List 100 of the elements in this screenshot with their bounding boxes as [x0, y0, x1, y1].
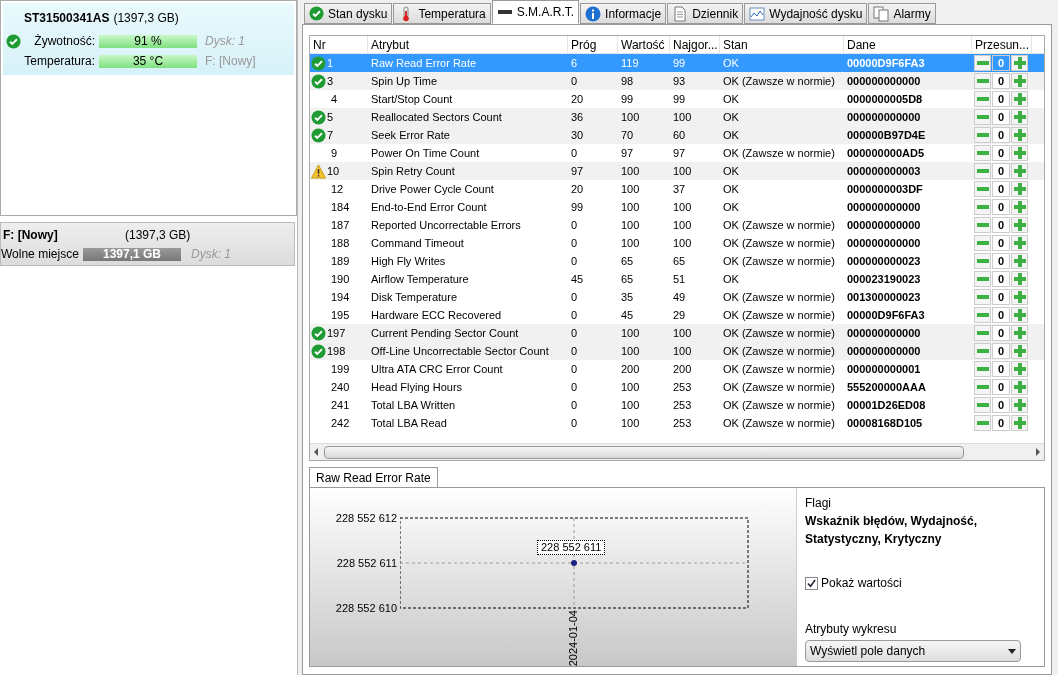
- increase-button[interactable]: [1011, 181, 1028, 197]
- column-header[interactable]: Najgor...: [670, 35, 720, 54]
- table-row[interactable]: 5 Reallocated Sectors Count 36 100 100 OK 000000000000 0: [310, 108, 1044, 126]
- increase-button[interactable]: [1011, 307, 1028, 323]
- offset-value[interactable]: 0: [992, 73, 1010, 89]
- offset-value[interactable]: 0: [992, 109, 1010, 125]
- decrease-button[interactable]: [974, 55, 991, 71]
- table-cell-text: 100: [620, 181, 641, 197]
- offset-value[interactable]: 0: [992, 91, 1010, 107]
- increase-button[interactable]: [1011, 217, 1028, 233]
- decrease-button[interactable]: [974, 253, 991, 269]
- decrease-button[interactable]: [974, 325, 991, 341]
- column-header[interactable]: Stan: [720, 35, 844, 54]
- decrease-button[interactable]: [974, 289, 991, 305]
- decrease-button[interactable]: [974, 91, 991, 107]
- offset-value[interactable]: 0: [992, 397, 1010, 413]
- tab[interactable]: S.M.A.R.T.: [491, 0, 580, 24]
- decrease-button[interactable]: [974, 199, 991, 215]
- table-row[interactable]: 7 Seek Error Rate 30 70 60 OK 000000B97D4E 0: [310, 126, 1044, 144]
- offset-value[interactable]: 0: [992, 271, 1010, 287]
- tab[interactable]: Stan dysku: [304, 3, 393, 24]
- flags-text: Wskaźnik błędów, Wydajność, Statystyczny, Krytyczny: [805, 513, 979, 548]
- increase-button[interactable]: [1011, 379, 1028, 395]
- increase-button[interactable]: [1011, 361, 1028, 377]
- chart-attributes-dropdown[interactable]: Wyświetl pole danych: [805, 640, 1021, 662]
- offset-value[interactable]: 0: [992, 325, 1010, 341]
- column-header[interactable]: Próg: [568, 35, 618, 54]
- increase-button[interactable]: [1011, 127, 1028, 143]
- offset-value[interactable]: 0: [992, 289, 1010, 305]
- disk-card[interactable]: ST31500341AS (1397,3 GB) Żywotność: 91 % Dysk: 1 Temperatura: 35 °C F: [Nowy]: [3, 3, 294, 75]
- increase-button[interactable]: [1011, 109, 1028, 125]
- show-values-checkbox[interactable]: [805, 576, 818, 590]
- metric-side-text: Dysk: 1: [205, 33, 245, 50]
- column-header[interactable]: Przesun...: [972, 35, 1032, 54]
- increase-button[interactable]: [1011, 55, 1028, 71]
- increase-button[interactable]: [1011, 253, 1028, 269]
- decrease-button[interactable]: [974, 73, 991, 89]
- offset-value[interactable]: 0: [992, 343, 1010, 359]
- tab[interactable]: Informacje: [580, 3, 667, 24]
- increase-button[interactable]: [1011, 145, 1028, 161]
- increase-button[interactable]: [1011, 199, 1028, 215]
- decrease-button[interactable]: [974, 397, 991, 413]
- table-cell-text: 000000000000: [846, 73, 922, 89]
- increase-button[interactable]: [1011, 397, 1028, 413]
- column-header[interactable]: Wartość: [618, 35, 670, 54]
- table-cell-text: High Fly Writes: [370, 253, 447, 269]
- column-header[interactable]: Atrybut: [368, 35, 568, 54]
- decrease-button[interactable]: [974, 343, 991, 359]
- offset-value[interactable]: 0: [992, 253, 1010, 269]
- decrease-button[interactable]: [974, 235, 991, 251]
- column-header[interactable]: Dane: [844, 35, 972, 54]
- offset-value[interactable]: 0: [992, 217, 1010, 233]
- increase-button[interactable]: [1011, 289, 1028, 305]
- increase-button[interactable]: [1011, 325, 1028, 341]
- scrollbar-thumb[interactable]: [324, 445, 964, 459]
- offset-value[interactable]: 0: [992, 379, 1010, 395]
- decrease-button[interactable]: [974, 127, 991, 143]
- offset-value[interactable]: 0: [992, 235, 1010, 251]
- tab[interactable]: Wydajność dysku: [744, 3, 868, 24]
- offset-value[interactable]: 0: [992, 415, 1010, 431]
- increase-button[interactable]: [1011, 415, 1028, 431]
- table-cell-text: OK (Zawsze w normie): [722, 415, 836, 431]
- decrease-button[interactable]: [974, 307, 991, 323]
- offset-value[interactable]: 0: [992, 361, 1010, 377]
- decrease-button[interactable]: [974, 415, 991, 431]
- decrease-button[interactable]: [974, 109, 991, 125]
- table-row[interactable]: 10 Spin Retry Count 97 100 100 OK 000000000003 0: [310, 162, 1044, 180]
- table-row[interactable]: 197 Current Pending Sector Count 0 100 100 OK (Zawsze w normie) 000000000000 0: [310, 324, 1044, 342]
- volume-card[interactable]: F: [Nowy] (1397,3 GB) Wolne miejsce 1397,1 GB Dysk: 1: [0, 222, 295, 266]
- decrease-button[interactable]: [974, 181, 991, 197]
- table-cell-text: Power On Time Count: [370, 145, 481, 161]
- table-row[interactable]: 198 Off-Line Uncorrectable Sector Count 0 100 100 OK (Zawsze w normie) 000000000000 0: [310, 342, 1044, 360]
- offset-value[interactable]: 0: [992, 181, 1010, 197]
- table-cell-text: 000000000000: [846, 109, 922, 125]
- decrease-button[interactable]: [974, 145, 991, 161]
- column-header[interactable]: Nr: [310, 35, 368, 54]
- offset-value[interactable]: 0: [992, 145, 1010, 161]
- decrease-button[interactable]: [974, 163, 991, 179]
- offset-value[interactable]: 0: [992, 163, 1010, 179]
- offset-value[interactable]: 0: [992, 199, 1010, 215]
- tab[interactable]: Temperatura: [393, 3, 491, 24]
- decrease-button[interactable]: [974, 361, 991, 377]
- table-row[interactable]: 3 Spin Up Time 0 98 93 OK (Zawsze w normie) 000000000000 0: [310, 72, 1044, 90]
- increase-button[interactable]: [1011, 163, 1028, 179]
- increase-button[interactable]: [1011, 235, 1028, 251]
- increase-button[interactable]: [1011, 73, 1028, 89]
- decrease-button[interactable]: [974, 217, 991, 233]
- offset-value[interactable]: 0: [992, 307, 1010, 323]
- table-cell-text: OK: [722, 127, 740, 143]
- decrease-button[interactable]: [974, 379, 991, 395]
- tab[interactable]: Alarmy: [868, 3, 936, 24]
- decrease-button[interactable]: [974, 271, 991, 287]
- detail-tab[interactable]: Raw Read Error Rate: [309, 467, 438, 488]
- increase-button[interactable]: [1011, 91, 1028, 107]
- offset-value[interactable]: 0: [992, 127, 1010, 143]
- tab[interactable]: Dziennik: [667, 3, 744, 24]
- increase-button[interactable]: [1011, 271, 1028, 287]
- horizontal-scrollbar[interactable]: [310, 443, 1044, 460]
- increase-button[interactable]: [1011, 343, 1028, 359]
- table-cell-text: 0: [570, 343, 579, 359]
